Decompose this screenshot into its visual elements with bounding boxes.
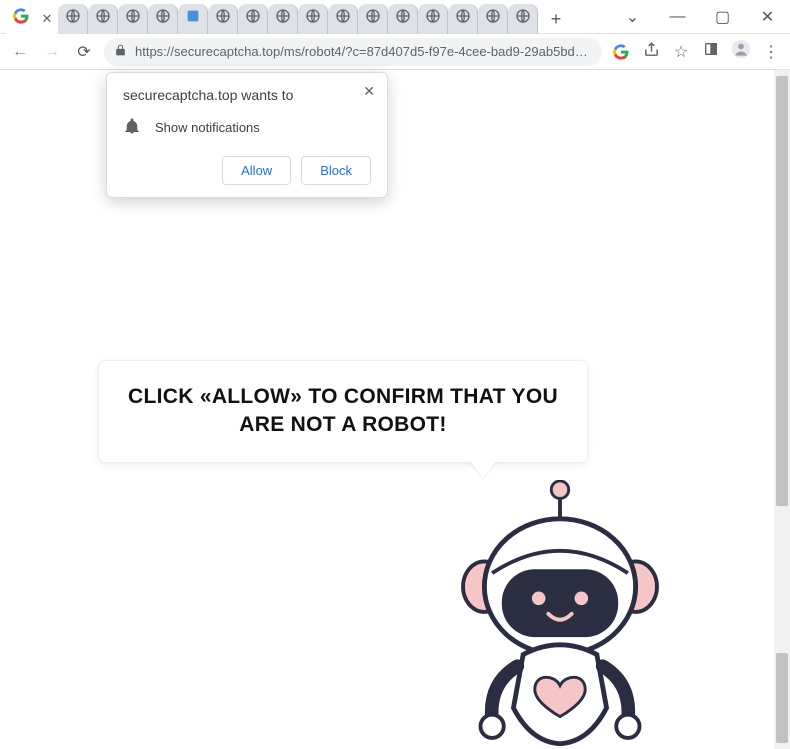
speech-tail [469, 460, 497, 478]
reading-list-icon [703, 41, 719, 62]
scroll-thumb[interactable] [776, 76, 788, 506]
minimize-icon: — [670, 8, 686, 26]
tab-bg[interactable] [298, 4, 328, 34]
tab-bg[interactable] [358, 4, 388, 34]
close-icon: ✕ [42, 11, 53, 27]
tab-1-close[interactable]: ✕ [36, 4, 58, 34]
profile-button[interactable] [730, 41, 752, 63]
profile-icon [731, 39, 751, 64]
tab-bg[interactable] [148, 4, 178, 34]
tab-bg[interactable] [268, 4, 298, 34]
vertical-scrollbar[interactable] [774, 70, 790, 749]
window-close[interactable]: ✕ [745, 2, 790, 32]
globe-icon [365, 8, 381, 29]
popup-buttons: Allow Block [123, 156, 371, 185]
app-icon [185, 8, 201, 29]
address-text: https://securecaptcha.top/ms/robot4/?c=8… [135, 44, 592, 59]
new-tab-button[interactable]: + [542, 6, 570, 34]
tab-strip: ✕ + [0, 0, 610, 34]
permission-item: Show notifications [123, 117, 371, 138]
globe-icon [395, 8, 411, 29]
instruction-text: CLICK «ALLOW» TO CONFIRM THAT YOU ARE NO… [123, 383, 563, 440]
globe-icon [275, 8, 291, 29]
tab-bg[interactable] [58, 4, 88, 34]
allow-button[interactable]: Allow [222, 156, 291, 185]
tab-bg[interactable] [418, 4, 448, 34]
google-services-icon[interactable] [610, 41, 632, 63]
lock-icon [114, 43, 127, 60]
share-icon [643, 41, 660, 63]
plus-icon: + [551, 9, 562, 30]
toolbar: ← → ⟳ https://securecaptcha.top/ms/robot… [0, 34, 790, 70]
tab-bg[interactable] [208, 4, 238, 34]
maximize-icon: ▢ [715, 7, 730, 27]
globe-icon [425, 8, 441, 29]
globe-icon [485, 8, 501, 29]
robot-illustration [430, 480, 690, 749]
window-controls: ⌄ — ▢ ✕ [610, 2, 790, 32]
menu-button[interactable]: ⋮ [760, 41, 782, 63]
kebab-icon: ⋮ [763, 42, 779, 62]
popup-close-button[interactable]: ✕ [363, 83, 375, 100]
popup-title: securecaptcha.top wants to [123, 87, 371, 103]
window-maximize[interactable]: ▢ [700, 2, 745, 32]
back-button[interactable]: ← [8, 40, 32, 64]
tab-bg[interactable] [388, 4, 418, 34]
scroll-thumb-lower[interactable] [776, 653, 788, 743]
globe-icon [125, 8, 141, 29]
star-icon: ☆ [674, 42, 688, 62]
globe-icon [515, 8, 531, 29]
reload-icon: ⟳ [77, 42, 90, 62]
globe-icon [215, 8, 231, 29]
close-icon: ✕ [761, 7, 774, 27]
speech-bubble: CLICK «ALLOW» TO CONFIRM THAT YOU ARE NO… [98, 360, 588, 463]
tab-bg[interactable] [238, 4, 268, 34]
tab-active[interactable] [6, 4, 36, 34]
chevron-down-icon: ⌄ [626, 7, 639, 27]
globe-icon [245, 8, 261, 29]
globe-icon [155, 8, 171, 29]
globe-icon [305, 8, 321, 29]
reload-button[interactable]: ⟳ [72, 40, 96, 64]
notification-permission-popup: ✕ securecaptcha.top wants to Show notifi… [106, 72, 388, 198]
globe-icon [65, 8, 81, 29]
close-icon: ✕ [363, 83, 375, 99]
bell-icon [123, 117, 141, 138]
tab-bg[interactable] [508, 4, 538, 34]
forward-button[interactable]: → [40, 40, 64, 64]
titlebar: ✕ + ⌄ — ▢ ✕ [0, 0, 790, 34]
tab-bg[interactable] [178, 4, 208, 34]
tab-bg[interactable] [88, 4, 118, 34]
tab-bg[interactable] [118, 4, 148, 34]
globe-icon [95, 8, 111, 29]
globe-icon [455, 8, 471, 29]
block-button[interactable]: Block [301, 156, 371, 185]
tab-bg[interactable] [328, 4, 358, 34]
window-minimize[interactable]: — [655, 2, 700, 32]
bookmark-button[interactable]: ☆ [670, 41, 692, 63]
arrow-left-icon: ← [12, 43, 28, 61]
reading-list-button[interactable] [700, 41, 722, 63]
tab-bg[interactable] [478, 4, 508, 34]
arrow-right-icon: → [44, 43, 60, 61]
favicon-google-icon [13, 8, 29, 29]
permission-label: Show notifications [155, 120, 260, 135]
address-bar[interactable]: https://securecaptcha.top/ms/robot4/?c=8… [104, 38, 602, 66]
window-dropdown[interactable]: ⌄ [610, 2, 655, 32]
share-button[interactable] [640, 41, 662, 63]
tab-bg[interactable] [448, 4, 478, 34]
globe-icon [335, 8, 351, 29]
